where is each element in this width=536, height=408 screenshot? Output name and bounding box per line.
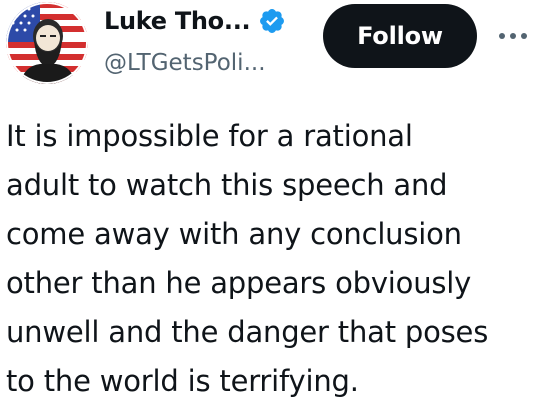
tweet-text-line: to the world is terrifying. [6, 364, 359, 398]
verified-badge-icon [258, 7, 286, 35]
follow-button[interactable]: Follow [323, 4, 477, 68]
tweet-text-line: unwell and the danger that poses [6, 315, 489, 349]
name-row: Luke Tho... [104, 4, 286, 38]
avatar[interactable] [6, 2, 88, 84]
tweet-text: It is impossible for a rational adult to… [6, 112, 528, 406]
tweet-text-line: come away with any conclusion [6, 217, 462, 251]
tweet-text-line: It is impossible for a rational [6, 119, 413, 153]
tweet-card: Luke Tho... @LTGetsPoli... Follow It is … [0, 0, 536, 408]
user-info: Luke Tho... @LTGetsPoli... [104, 4, 314, 84]
more-horizontal-icon[interactable] [495, 16, 531, 56]
bearded-man-avatar-icon [6, 2, 88, 84]
tweet-text-line: adult to watch this speech and [6, 168, 448, 202]
display-name[interactable]: Luke Tho... [104, 7, 251, 35]
tweet-header: Luke Tho... @LTGetsPoli... Follow [0, 0, 536, 100]
user-handle[interactable]: @LTGetsPoli... [104, 50, 266, 76]
tweet-text-line: other than he appears obviously [6, 266, 472, 300]
